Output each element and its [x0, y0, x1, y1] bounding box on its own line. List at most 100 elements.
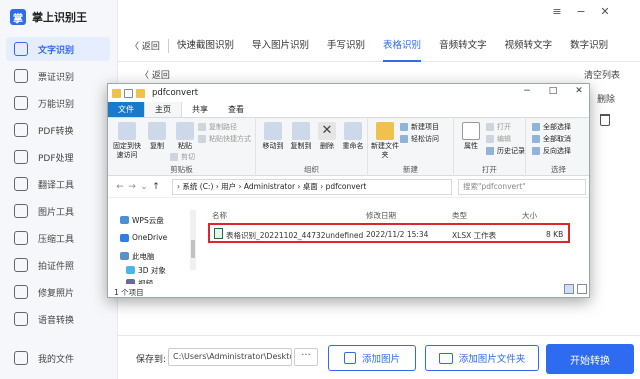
minimize-icon[interactable]: −: [520, 86, 534, 96]
close-icon[interactable]: ✕: [572, 86, 586, 96]
explorer-titlebar: pdfconvert − □ ✕: [108, 84, 589, 102]
copy-button[interactable]: 复制: [142, 122, 172, 151]
maximize-icon[interactable]: □: [546, 86, 560, 96]
column-modified[interactable]: 修改日期: [366, 210, 396, 221]
new-item-button[interactable]: 新建项目: [400, 122, 439, 132]
nav-this-pc[interactable]: 此电脑: [120, 251, 155, 262]
column-size[interactable]: 大小: [522, 210, 537, 221]
folder-icon: [112, 88, 121, 98]
sidebar-item-text-ocr[interactable]: 文字识别: [6, 37, 110, 61]
tab-handwriting[interactable]: 手写识别: [327, 30, 365, 62]
clipboard-group: 固定到快速访问 复制 粘贴 复制路径 粘贴快捷方式 剪切 剪贴板: [108, 118, 256, 176]
browse-button[interactable]: ···: [294, 348, 318, 366]
tab-audio-to-text[interactable]: 音频转文字: [439, 30, 487, 62]
history-button[interactable]: 历史记录: [486, 146, 525, 156]
select-group: 全部选择 全部取消 反向选择 选择: [526, 118, 589, 176]
rename-button[interactable]: 重命名: [338, 122, 368, 151]
sidebar-item-universal[interactable]: 万能识别: [6, 91, 110, 115]
edit-button[interactable]: 编辑: [486, 134, 511, 144]
up-arrow-icon[interactable]: ↑: [150, 182, 162, 192]
sidebar-item-label: 我的文件: [38, 354, 75, 365]
delete-icon: ✕: [318, 122, 336, 140]
sidebar-item-pdf-process[interactable]: PDF处理: [6, 145, 110, 169]
menu-icon[interactable]: ≡: [548, 4, 566, 20]
feature-tabbar: 〈 返回 快速截图识别 导入图片识别 手写识别 表格识别 音频转文字 视频转文字…: [118, 30, 640, 62]
sidebar-item-label: 修复照片: [38, 288, 75, 299]
copy-icon: [148, 122, 166, 140]
paste-icon: [176, 122, 194, 140]
tab-file[interactable]: 文件: [108, 102, 144, 117]
sidebar-item-compress[interactable]: 压缩工具: [6, 226, 110, 250]
add-folder-button[interactable]: 添加图片文件夹: [425, 345, 539, 371]
add-image-label: 添加图片: [361, 354, 400, 365]
forward-arrow-icon[interactable]: →: [126, 182, 138, 192]
nav-3d-objects[interactable]: 3D 对象: [126, 265, 166, 276]
trash-icon[interactable]: [600, 114, 610, 126]
open-button[interactable]: 打开: [486, 122, 511, 132]
sidebar-item-voice[interactable]: 语音转换: [6, 307, 110, 331]
file-row[interactable]: 表格识别_20221102_44732undefined 2022/11/2 1…: [208, 223, 570, 243]
folder-icon[interactable]: [136, 88, 145, 98]
new-folder-icon: [376, 122, 394, 140]
content-back-button[interactable]: 〈 返回: [140, 68, 170, 81]
back-arrow-icon[interactable]: ←: [114, 182, 126, 192]
column-type[interactable]: 类型: [452, 210, 467, 221]
sidebar-item-label: 翻译工具: [38, 180, 75, 191]
select-all-button[interactable]: 全部选择: [532, 122, 571, 132]
sidebar-item-pdf-convert[interactable]: PDF转换: [6, 118, 110, 142]
tab-quick-screenshot[interactable]: 快速截图识别: [177, 30, 234, 62]
app-title: 掌上识别王: [32, 11, 87, 24]
paste-shortcut-button[interactable]: 粘贴快捷方式: [198, 134, 251, 144]
tab-share[interactable]: 共享: [182, 102, 218, 117]
search-input[interactable]: 搜索"pdfconvert": [458, 179, 586, 195]
easy-access-button[interactable]: 轻松访问: [400, 134, 439, 144]
address-bar[interactable]: › 系统 (C:) › 用户 › Administrator › 桌面 › pd…: [172, 179, 452, 195]
pdf-process-icon: [14, 150, 28, 164]
new-folder-button[interactable]: 新建文件夹: [370, 122, 400, 160]
tab-number-ocr[interactable]: 数字识别: [570, 30, 608, 62]
sidebar-item-ticket[interactable]: 票证识别: [6, 64, 110, 88]
sidebar-item-id-photo[interactable]: 拍证件照: [6, 253, 110, 277]
sidebar-item-my-files[interactable]: 我的文件: [6, 346, 110, 370]
sidebar-item-label: 图片工具: [38, 207, 75, 218]
tab-home[interactable]: 主页: [144, 101, 182, 117]
sidebar-item-repair-photo[interactable]: 修复照片: [6, 280, 110, 304]
nav-onedrive[interactable]: OneDrive: [120, 233, 167, 242]
tab-import-image[interactable]: 导入图片识别: [252, 30, 309, 62]
column-name[interactable]: 名称: [212, 210, 227, 221]
nav-videos[interactable]: 视频: [126, 278, 153, 284]
pin-icon: [118, 122, 136, 140]
minimize-icon[interactable]: −: [572, 4, 590, 20]
pin-button[interactable]: 固定到快速访问: [112, 122, 142, 160]
nav-scrollbar[interactable]: [190, 210, 196, 270]
start-convert-button[interactable]: 开始转换: [546, 344, 634, 374]
check-icon[interactable]: [124, 88, 133, 98]
tab-view[interactable]: 查看: [218, 102, 254, 117]
invert-selection-button[interactable]: 反向选择: [532, 146, 571, 156]
save-path-field[interactable]: C:\Users\Administrator\Deskto...: [168, 348, 292, 366]
tab-video-to-text[interactable]: 视频转文字: [505, 30, 553, 62]
nav-wps-cloud[interactable]: WPS云盘: [120, 215, 164, 226]
back-button[interactable]: 〈 返回: [130, 39, 164, 52]
cut-button[interactable]: 剪切: [170, 152, 195, 162]
clear-list-button[interactable]: 清空列表: [584, 68, 620, 81]
large-icons-view-icon[interactable]: [577, 284, 587, 294]
properties-button[interactable]: 属性: [456, 122, 486, 151]
paste-button[interactable]: 粘贴: [170, 122, 200, 151]
scroll-thumb[interactable]: [191, 240, 195, 258]
copy-path-button[interactable]: 复制路径: [198, 122, 237, 132]
sidebar-item-label: PDF处理: [38, 153, 74, 164]
chevron-down-icon[interactable]: ⌄: [138, 182, 150, 192]
tab-table-ocr[interactable]: 表格识别: [383, 30, 422, 62]
sidebar-item-image-tools[interactable]: 图片工具: [6, 199, 110, 223]
close-icon[interactable]: ✕: [596, 4, 614, 20]
add-image-button[interactable]: 添加图片: [328, 345, 416, 371]
details-view-icon[interactable]: [564, 284, 574, 294]
sidebar-item-translate[interactable]: 翻译工具: [6, 172, 110, 196]
move-to-button[interactable]: 移动到: [258, 122, 288, 151]
add-folder-label: 添加图片文件夹: [458, 354, 526, 365]
select-none-button[interactable]: 全部取消: [532, 134, 571, 144]
ribbon: 固定到快速访问 复制 粘贴 复制路径 粘贴快捷方式 剪切 剪贴板 移动到 复制到…: [108, 118, 589, 176]
compress-icon: [14, 231, 28, 245]
sidebar-item-label: 文字识别: [38, 45, 75, 56]
